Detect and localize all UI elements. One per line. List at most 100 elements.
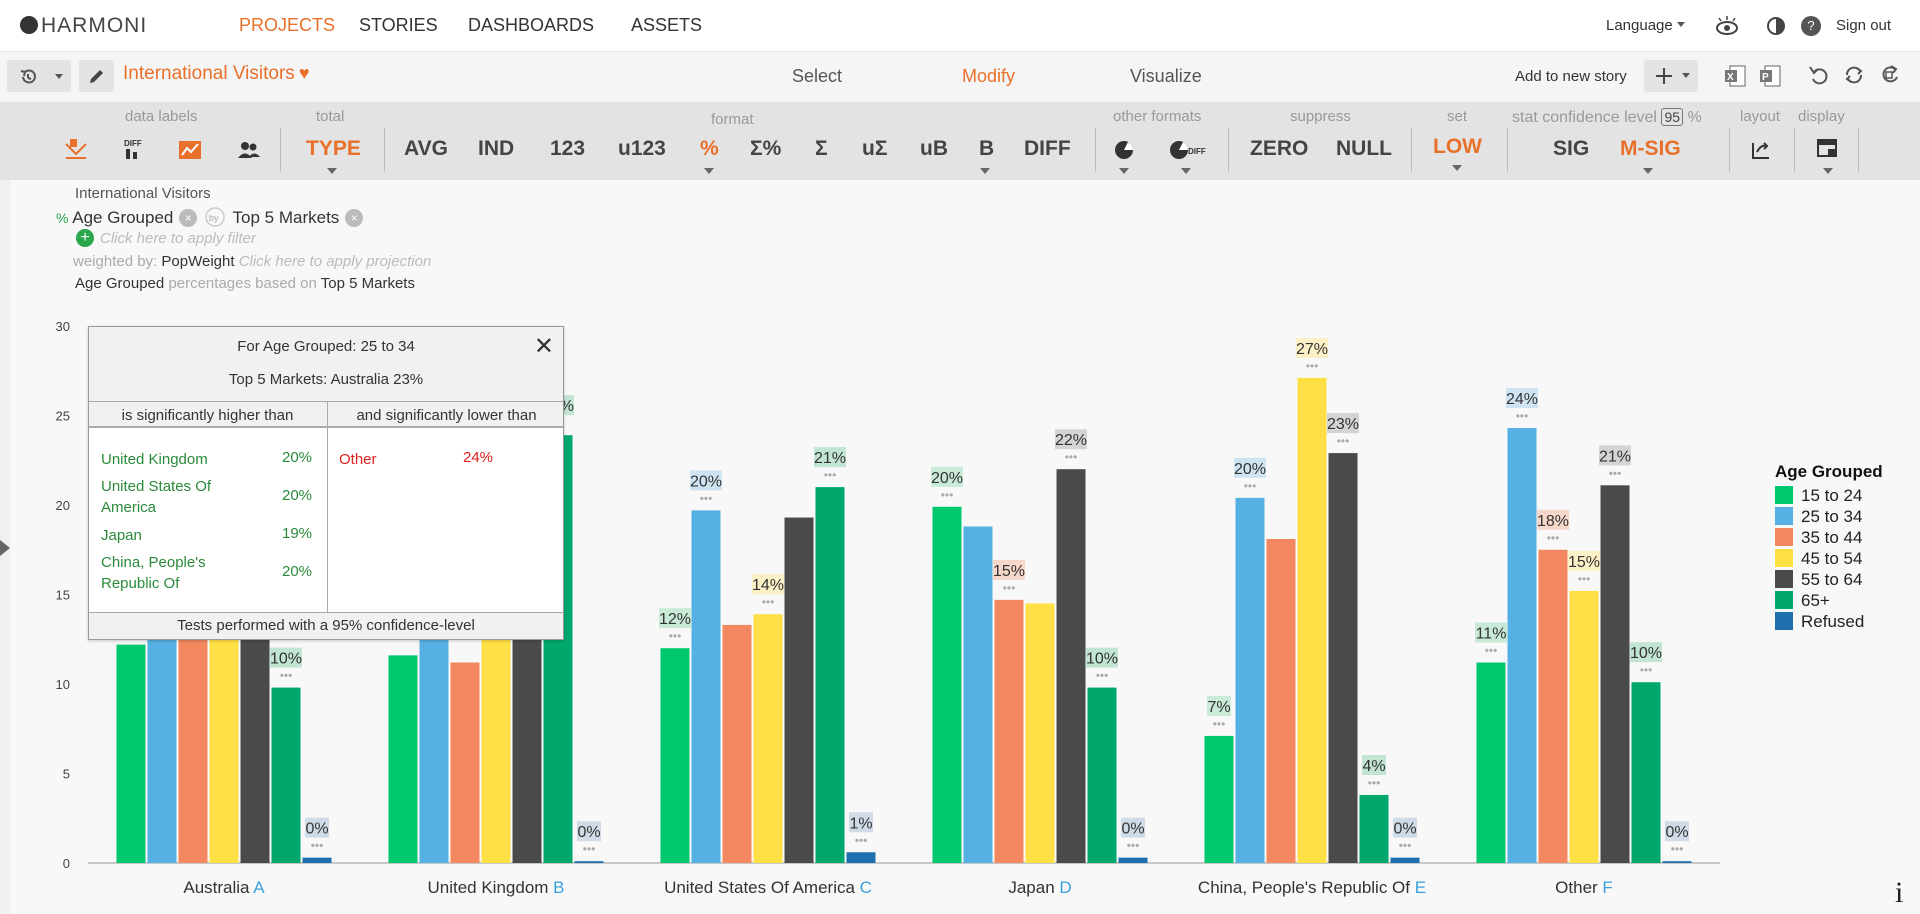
bar[interactable]: [1235, 497, 1265, 863]
bar[interactable]: [1390, 857, 1420, 863]
bar[interactable]: [1118, 857, 1148, 863]
bar[interactable]: [784, 517, 814, 863]
legend-label: 35 to 44: [1801, 528, 1863, 547]
legend-item[interactable]: Refused: [1775, 611, 1883, 632]
higher-item-value: 20%: [282, 563, 313, 580]
legend-item[interactable]: 15 to 24: [1775, 485, 1883, 506]
bar[interactable]: [1328, 453, 1358, 863]
bar[interactable]: [450, 662, 480, 863]
bar[interactable]: [660, 648, 690, 863]
bar[interactable]: [209, 603, 239, 863]
data-label: 11%: [1476, 626, 1507, 643]
bar[interactable]: [1569, 590, 1599, 863]
more-options-icon[interactable]: •••: [311, 839, 324, 853]
legend-swatch: [1775, 549, 1793, 567]
bar[interactable]: [302, 857, 332, 863]
more-options-icon[interactable]: •••: [941, 488, 954, 502]
y-tick-label: 10: [56, 677, 70, 692]
bar[interactable]: [963, 526, 993, 863]
y-tick-label: 0: [63, 856, 70, 871]
bar[interactable]: [1662, 861, 1692, 863]
bar[interactable]: [178, 630, 208, 863]
more-options-icon[interactable]: •••: [583, 842, 596, 856]
bar[interactable]: [116, 644, 146, 863]
bar[interactable]: [1056, 469, 1086, 863]
more-options-icon[interactable]: •••: [1516, 409, 1529, 423]
legend-items: 15 to 24 25 to 34 35 to 44 45 to 54 55 to 64…: [1775, 485, 1883, 632]
bar[interactable]: [691, 510, 721, 863]
significance-popup: For Age Grouped: 25 to 34 Top 5 Markets:…: [88, 326, 564, 640]
more-options-icon[interactable]: •••: [1671, 842, 1684, 856]
bar[interactable]: [1297, 377, 1327, 863]
bar[interactable]: [1538, 549, 1568, 863]
more-options-icon[interactable]: •••: [1306, 359, 1319, 373]
more-options-icon[interactable]: •••: [1640, 663, 1653, 677]
more-options-icon[interactable]: •••: [669, 629, 682, 643]
bar[interactable]: [1025, 603, 1055, 863]
bar[interactable]: [753, 614, 783, 863]
bar[interactable]: [574, 861, 604, 863]
more-options-icon[interactable]: •••: [1337, 434, 1350, 448]
legend-item[interactable]: 35 to 44: [1775, 527, 1883, 548]
category-label: Australia A: [183, 878, 265, 897]
higher-item-label: United States Of America: [101, 478, 212, 516]
legend-title: Age Grouped: [1775, 462, 1883, 481]
bar[interactable]: [1359, 794, 1389, 863]
more-options-icon[interactable]: •••: [1003, 581, 1016, 595]
more-options-icon[interactable]: •••: [1096, 669, 1109, 683]
higher-item-value: 20%: [282, 449, 313, 466]
close-icon[interactable]: ✕: [534, 335, 554, 359]
data-label: 23%: [1327, 416, 1359, 433]
bar[interactable]: [240, 612, 270, 863]
data-label: 15%: [993, 563, 1025, 580]
more-options-icon[interactable]: •••: [1609, 466, 1622, 480]
bar[interactable]: [1266, 539, 1296, 863]
more-options-icon[interactable]: •••: [1399, 839, 1412, 853]
more-options-icon[interactable]: •••: [1368, 776, 1381, 790]
data-label: 0%: [1665, 824, 1688, 841]
data-label: 7%: [1207, 699, 1230, 716]
category-label: United States Of America C: [664, 878, 872, 897]
more-options-icon[interactable]: •••: [1547, 531, 1560, 545]
data-label: 1%: [849, 815, 872, 832]
legend-item[interactable]: 65+: [1775, 590, 1883, 611]
more-options-icon[interactable]: •••: [1065, 450, 1078, 464]
bar[interactable]: [1087, 687, 1117, 863]
data-label: 10%: [1086, 651, 1118, 668]
bar[interactable]: [1507, 428, 1537, 863]
more-options-icon[interactable]: •••: [1213, 717, 1226, 731]
bar[interactable]: [815, 487, 845, 863]
legend-swatch: [1775, 486, 1793, 504]
bar[interactable]: [271, 687, 301, 863]
more-options-icon[interactable]: •••: [280, 669, 293, 683]
data-label: 18%: [1537, 513, 1569, 530]
higher-item-label: China, People's Republic Of: [101, 554, 206, 592]
bar[interactable]: [722, 624, 752, 863]
more-options-icon[interactable]: •••: [1578, 572, 1591, 586]
more-options-icon[interactable]: •••: [762, 595, 775, 609]
bar[interactable]: [1600, 485, 1630, 863]
bar[interactable]: [932, 506, 962, 863]
more-options-icon[interactable]: •••: [1127, 839, 1140, 853]
bar[interactable]: [388, 655, 418, 863]
more-options-icon[interactable]: •••: [700, 491, 713, 505]
lower-item-label: Other: [339, 451, 377, 468]
info-icon[interactable]: i: [1895, 876, 1903, 910]
more-options-icon[interactable]: •••: [855, 833, 868, 847]
bar[interactable]: [994, 599, 1024, 863]
legend-item[interactable]: 55 to 64: [1775, 569, 1883, 590]
category-label: Japan D: [1008, 878, 1071, 897]
bar[interactable]: [846, 852, 876, 863]
more-options-icon[interactable]: •••: [1244, 479, 1257, 493]
category-letter: A: [253, 878, 265, 897]
bar[interactable]: [1476, 662, 1506, 863]
data-label: 20%: [931, 470, 963, 487]
legend-item[interactable]: 25 to 34: [1775, 506, 1883, 527]
y-tick-label: 15: [56, 588, 70, 603]
more-options-icon[interactable]: •••: [1485, 644, 1498, 658]
legend-item[interactable]: 45 to 54: [1775, 548, 1883, 569]
more-options-icon[interactable]: •••: [824, 468, 837, 482]
bar[interactable]: [1204, 735, 1234, 863]
bar[interactable]: [1631, 682, 1661, 863]
data-label: 4%: [1362, 758, 1385, 775]
